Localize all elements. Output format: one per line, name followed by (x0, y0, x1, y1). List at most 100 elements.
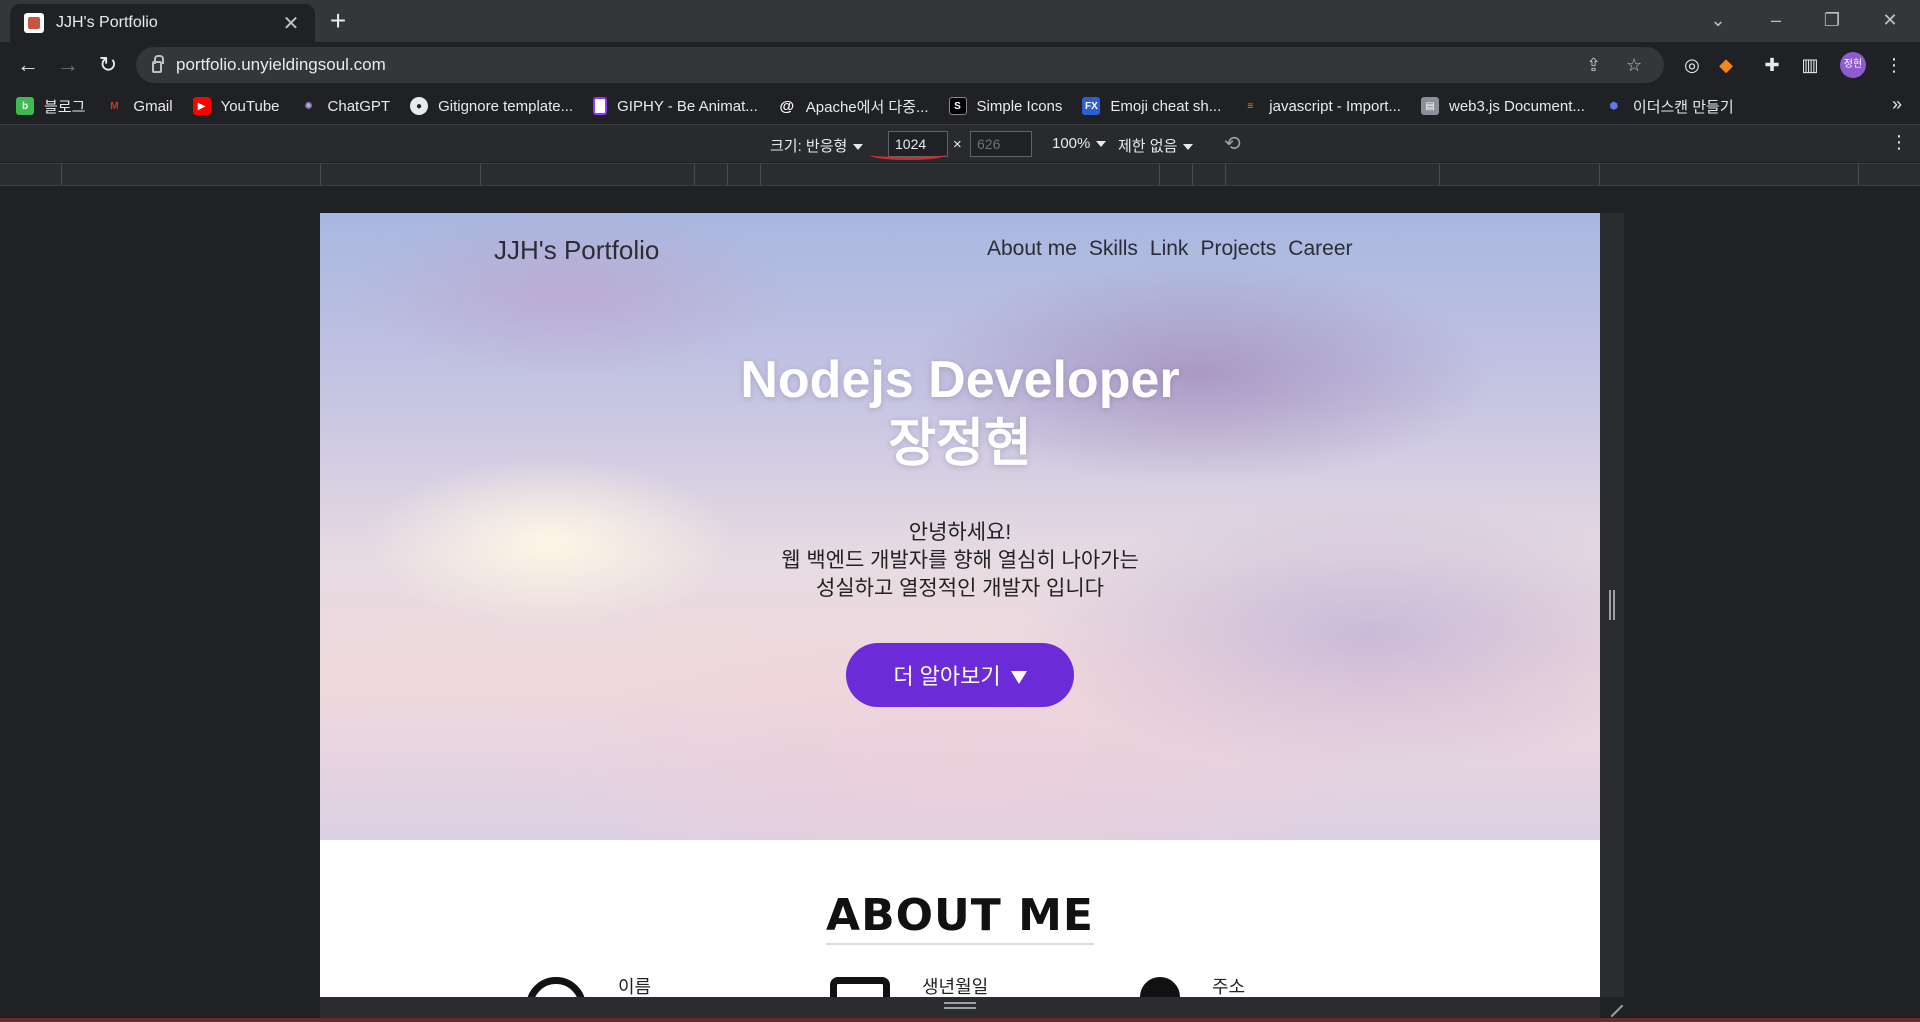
bookmark-item[interactable]: b 블로그 (16, 96, 85, 117)
close-window-button[interactable]: ✕ (1870, 4, 1910, 36)
caret-down-icon (1096, 141, 1107, 148)
learn-more-label: 더 알아보기 (893, 664, 1001, 689)
restore-button[interactable]: ❐ (1812, 4, 1852, 36)
bookmark-item[interactable]: FX Emoji cheat sh... (1082, 97, 1221, 115)
site-logo[interactable]: JJH's Portfolio (494, 235, 659, 266)
height-input[interactable]: 626 (970, 131, 1032, 157)
location-icon (1140, 977, 1180, 997)
throttle-dropdown[interactable]: 제한 없음 (1118, 135, 1194, 156)
bookmark-item[interactable]: S Simple Icons (948, 97, 1063, 115)
bookmark-item[interactable]: ✺ ChatGPT (300, 97, 391, 115)
menu-kebab-icon[interactable]: ⋮ (1880, 51, 1908, 79)
giphy-icon (593, 97, 608, 115)
intro-line: 성실하고 열정적인 개발자 입니다 (816, 577, 1104, 600)
youtube-icon: ▶ (192, 97, 211, 115)
nav-projects[interactable]: Projects (1200, 237, 1276, 261)
bookmark-star-icon[interactable]: ☆ (1626, 55, 1642, 76)
caret-down-icon (853, 144, 864, 151)
viewport-right-resizer[interactable] (1600, 213, 1624, 997)
device-toolbar: 크기: 반응형 1024 × 626 100% 제한 없음 ⟲ ⋮ (0, 124, 1920, 162)
throttle-label: 제한 없음 (1118, 138, 1178, 155)
bookmark-label: GIPHY - Be Animat... (617, 97, 758, 115)
zoom-label: 100% (1052, 135, 1091, 152)
hero-section: JJH's Portfolio About me Skills Link Pro… (320, 213, 1600, 840)
about-item-name: 이름 (526, 977, 651, 997)
bookmark-label: web3.js Document... (1448, 97, 1585, 115)
fx-icon: FX (1082, 97, 1101, 115)
bookmark-label: 이더스캔 만들기 (1632, 98, 1734, 116)
metamask-icon[interactable]: ◆ (1712, 51, 1740, 79)
nav-link[interactable]: Link (1150, 237, 1189, 261)
browser-tab[interactable]: JJH's Portfolio ✕ (10, 4, 315, 42)
nav-about-me[interactable]: About me (987, 237, 1077, 261)
about-item-label: 주소 (1212, 977, 1246, 997)
side-panel-icon[interactable]: ▥ (1796, 51, 1824, 79)
bookmark-item[interactable]: @ Apache에서 다중... (778, 96, 929, 117)
intro-line: 웹 백엔드 개발자를 향해 열심히 나아가는 (781, 549, 1139, 572)
gmail-icon: M (110, 100, 119, 112)
nav-career[interactable]: Career (1288, 237, 1352, 261)
hero-intro: 안녕하세요! 웹 백엔드 개발자를 향해 열심히 나아가는 성실하고 열정적인 … (320, 519, 1600, 603)
dimensions-label: 크기: 반응형 (770, 138, 848, 155)
bookmark-item[interactable]: GIPHY - Be Animat... (593, 97, 758, 115)
minimize-button[interactable]: – (1756, 4, 1796, 36)
triangle-down-icon (1010, 670, 1027, 684)
bookmark-item[interactable]: ≡ javascript - Import... (1241, 97, 1401, 115)
bookmark-label: Gmail (133, 97, 173, 115)
bookmark-label: YouTube (220, 97, 280, 115)
more-bookmarks-icon[interactable]: » (1892, 94, 1902, 115)
reload-icon[interactable]: ↻ (92, 49, 124, 81)
about-item-birthday: 생년월일 (830, 977, 988, 997)
stackoverflow-icon: ≡ (1247, 100, 1254, 112)
bookmark-item[interactable]: ● Gitignore template... (410, 97, 573, 115)
hero-title-name: 장정현 (888, 415, 1032, 473)
extensions-puzzle-icon[interactable]: ✚ (1758, 51, 1786, 79)
favicon-icon (24, 13, 44, 33)
main-nav: About me Skills Link Projects Career (987, 237, 1353, 261)
profile-avatar[interactable]: 정현 (1840, 52, 1866, 78)
bookmark-item[interactable]: ▶ YouTube (192, 97, 280, 115)
close-tab-icon[interactable]: ✕ (279, 11, 303, 36)
chatgpt-icon: ✺ (304, 100, 313, 112)
at-icon: @ (779, 97, 795, 115)
extension-target-icon[interactable]: ◎ (1678, 51, 1706, 79)
learn-more-button[interactable]: 더 알아보기 (846, 643, 1074, 707)
simple-icons-icon: S (948, 97, 967, 115)
rotate-icon[interactable]: ⟲ (1224, 131, 1241, 156)
bookmark-label: Apache에서 다중... (805, 98, 929, 116)
resize-grip-icon (1609, 590, 1611, 620)
resize-grip-icon (944, 1002, 976, 1004)
bookmark-label: Emoji cheat sh... (1110, 97, 1222, 115)
new-tab-button[interactable]: + (322, 6, 354, 38)
about-title-text: ABOUT ME (826, 890, 1094, 945)
bookmark-item[interactable]: ▤ web3.js Document... (1420, 97, 1585, 115)
calendar-icon (830, 977, 890, 997)
about-item-label: 이름 (618, 977, 652, 997)
docs-icon: ▤ (1420, 97, 1439, 115)
person-icon (526, 977, 586, 997)
tab-strip: JJH's Portfolio ✕ + ⌄ – ❐ ✕ (0, 0, 1920, 42)
tab-search-icon[interactable]: ⌄ (1698, 4, 1738, 36)
bookmark-label: Simple Icons (976, 97, 1063, 115)
times-sign: × (953, 136, 962, 153)
about-title: ABOUT ME (320, 890, 1600, 945)
device-menu-icon[interactable]: ⋮ (1890, 132, 1908, 153)
back-icon[interactable]: ← (12, 49, 44, 81)
hero-title: Nodejs Developer 장정현 (320, 348, 1600, 476)
tab-title: JJH's Portfolio (56, 14, 158, 31)
bookmark-label: ChatGPT (327, 97, 391, 115)
corner-resize-icon[interactable] (1600, 994, 1624, 1018)
cube-icon: ⬢ (1609, 100, 1619, 112)
forward-icon[interactable]: → (52, 49, 84, 81)
bookmark-label: 블로그 (44, 98, 86, 116)
nav-skills[interactable]: Skills (1089, 237, 1138, 261)
dimensions-dropdown[interactable]: 크기: 반응형 (770, 135, 864, 156)
zoom-dropdown[interactable]: 100% (1052, 135, 1107, 152)
bookmark-item[interactable]: M Gmail (105, 97, 172, 115)
window-bottom-edge (0, 1018, 1920, 1022)
address-bar[interactable]: portfolio.unyieldingsoul.com ⇪ ☆ (136, 47, 1664, 83)
share-icon[interactable]: ⇪ (1586, 55, 1601, 76)
caret-down-icon (1183, 144, 1194, 151)
bookmark-item[interactable]: ⬢ 이더스캔 만들기 (1605, 96, 1734, 117)
red-annotation-underline (870, 150, 946, 160)
